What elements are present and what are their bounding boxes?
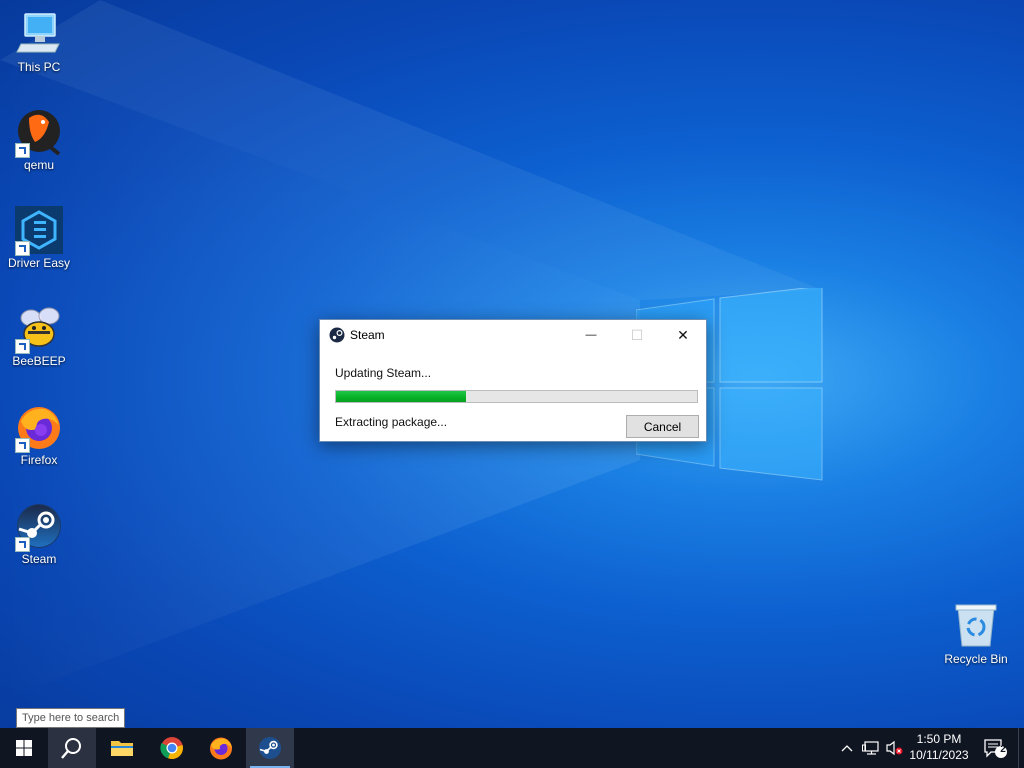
this-pc-icon [15, 10, 63, 58]
firefox-icon [210, 737, 232, 760]
taskbar: 1:50 PM 10/11/2023 2 [0, 728, 1024, 768]
tray-overflow-button[interactable] [838, 728, 856, 768]
progress-fill [336, 391, 466, 402]
steam-icon [259, 737, 281, 759]
desktop-icon-label: Recycle Bin [944, 652, 1008, 666]
desktop-icon-driver-easy[interactable]: Driver Easy [4, 206, 74, 270]
desktop-icon-label: BeeBEEP [12, 354, 66, 368]
desktop-icon-recycle-bin[interactable]: Recycle Bin [938, 602, 1014, 666]
taskbar-clock[interactable]: 1:50 PM 10/11/2023 [902, 731, 976, 763]
dialog-titlebar[interactable]: Steam — ☐ ✕ [320, 320, 706, 350]
volume-muted-icon [886, 740, 903, 756]
desktop: This PC qemu Driver Easy BeeBEEP Firefox… [0, 0, 1024, 728]
search-icon [61, 738, 81, 759]
desktop-icon-qemu[interactable]: qemu [4, 108, 74, 172]
shortcut-arrow-icon [15, 143, 30, 158]
update-status-text: Updating Steam... [335, 366, 432, 380]
search-button[interactable] [48, 728, 96, 768]
cancel-button[interactable]: Cancel [626, 415, 699, 438]
tray-network-button[interactable] [860, 728, 882, 768]
driver-easy-icon [15, 206, 63, 256]
minimize-button[interactable]: — [568, 320, 614, 350]
action-center-button[interactable]: 2 [978, 728, 1012, 768]
desktop-icon-label: Firefox [20, 453, 58, 467]
steam-icon [329, 327, 345, 343]
clock-date: 10/11/2023 [909, 748, 969, 762]
shortcut-arrow-icon [15, 241, 30, 256]
desktop-icon-beebeep[interactable]: BeeBEEP [4, 304, 74, 368]
desktop-icon-this-pc[interactable]: This PC [4, 10, 74, 74]
desktop-icon-steam[interactable]: Steam [4, 502, 74, 566]
dialog-title: Steam [350, 328, 385, 342]
steam-update-dialog: Steam — ☐ ✕ Updating Steam... Extracting… [319, 319, 707, 442]
update-detail-text: Extracting package... [335, 415, 448, 429]
show-desktop-button[interactable] [1018, 728, 1024, 768]
notification-count-badge: 2 [1000, 744, 1006, 755]
desktop-icon-firefox[interactable]: Firefox [4, 403, 74, 467]
shortcut-arrow-icon [15, 537, 30, 552]
update-progress-bar [335, 390, 698, 403]
file-explorer-icon [111, 741, 133, 756]
clock-time: 1:50 PM [916, 732, 962, 746]
recycle-bin-icon [954, 602, 998, 648]
steam-icon [15, 502, 63, 552]
maximize-button: ☐ [614, 320, 660, 350]
shortcut-arrow-icon [15, 438, 30, 453]
start-button[interactable] [0, 728, 48, 768]
search-tooltip: Type here to search [16, 708, 126, 728]
taskbar-firefox[interactable] [197, 728, 245, 768]
windows-start-icon [16, 740, 32, 756]
chrome-icon [160, 737, 183, 760]
close-button[interactable]: ✕ [660, 320, 706, 350]
desktop-icon-label: Steam [21, 552, 57, 566]
taskbar-file-explorer[interactable] [98, 728, 146, 768]
desktop-icon-label: This PC [17, 60, 61, 74]
beebeep-icon [15, 304, 63, 354]
desktop-icon-label: Driver Easy [7, 256, 70, 270]
desktop-icon-label: qemu [23, 158, 55, 172]
chevron-up-icon [841, 745, 853, 752]
maximize-icon: ☐ [630, 326, 644, 343]
qemu-icon [15, 108, 63, 158]
taskbar-chrome[interactable] [148, 728, 196, 768]
firefox-icon [15, 403, 63, 453]
shortcut-arrow-icon [15, 339, 30, 354]
minimize-icon: — [585, 329, 597, 341]
tray-volume-button[interactable] [884, 728, 904, 768]
taskbar-steam[interactable] [246, 728, 294, 768]
close-icon: ✕ [677, 326, 689, 343]
network-icon [862, 741, 879, 755]
